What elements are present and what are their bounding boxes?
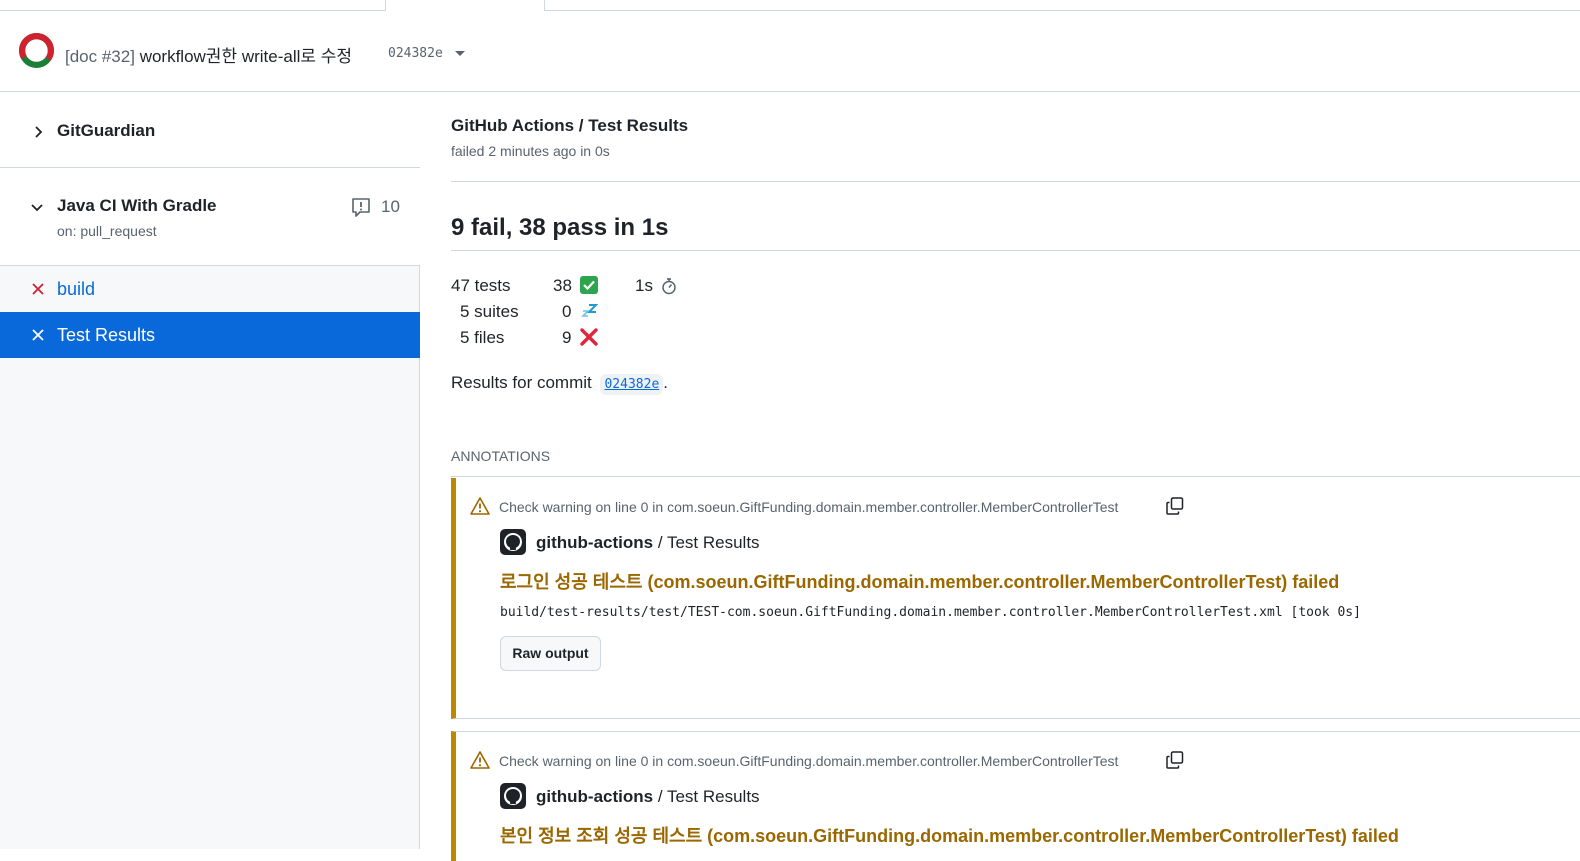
divider (451, 181, 1580, 182)
stat-skipped: 0 (562, 302, 572, 321)
stat-suites: 5 suites (460, 302, 519, 321)
github-logo-icon (500, 529, 526, 555)
check-group-title: Java CI With Gradle (57, 196, 217, 215)
annotation-card: Check warning on line 0 in com.soeun.Gif… (451, 731, 1580, 861)
job-label: build (57, 279, 96, 299)
commit-suffix: . (663, 373, 669, 392)
annotation-path: build/test-results/test/TEST-com.soeun.G… (500, 605, 1361, 620)
x-fail-icon (32, 283, 44, 295)
check-group-title: GitGuardian (57, 121, 156, 140)
chevron-down-icon[interactable] (455, 51, 465, 56)
sidebar-job-test-results[interactable]: Test Results (0, 312, 420, 358)
annotation-check-name: / Test Results (653, 533, 760, 552)
github-logo-icon (500, 783, 526, 809)
stopwatch-icon (662, 278, 676, 295)
check-mark-icon (580, 276, 598, 294)
stat-failed: 9 (562, 328, 572, 347)
annotation-title: 본인 정보 조회 성공 테스트 (com.soeun.GiftFunding.d… (500, 826, 1399, 846)
commit-sha[interactable]: 024382e (388, 46, 443, 61)
commit-link[interactable]: 024382e (600, 374, 664, 395)
browser-tab-strip (0, 0, 1580, 11)
raw-output-button[interactable]: Raw output (500, 636, 601, 671)
annotation-author[interactable]: github-actions (536, 787, 653, 806)
run-title-prefix: [doc #32] (65, 47, 135, 66)
annotation-title: 로그인 성공 테스트 (com.soeun.GiftFunding.domain… (500, 572, 1340, 592)
copy-icon[interactable] (1165, 496, 1185, 516)
check-status-line: failed 2 minutes ago in 0s (451, 143, 610, 159)
check-details: GitHub Actions / Test Results failed 2 m… (451, 92, 1580, 861)
stat-duration: 1s (635, 276, 653, 295)
sidebar-job-build[interactable]: build (0, 266, 420, 312)
x-fail-icon (32, 329, 44, 341)
run-title-text: workflow권한 write-all로 수정 (139, 47, 353, 66)
checks-sidebar: GitGuardian Java CI With Gradle on: pull… (0, 92, 420, 849)
warning-icon (470, 751, 490, 769)
annotation-source: github-actions / Test Results (536, 787, 760, 807)
run-title[interactable]: [doc #32] workflow권한 write-all로 수정 (65, 42, 352, 67)
check-group-gitguardian[interactable]: GitGuardian (0, 92, 420, 168)
job-label: Test Results (57, 325, 156, 345)
stat-passed: 38 (553, 276, 572, 295)
divider (451, 250, 1580, 251)
test-summary-heading: 9 fail, 38 pass in 1s (451, 214, 669, 241)
check-group-trigger: on: pull_request (57, 223, 157, 239)
run-header: [doc #32] workflow권한 write-all로 수정 02438… (0, 11, 1580, 92)
annotations-heading: ANNOTATIONS (451, 448, 551, 464)
warning-icon (470, 497, 490, 515)
active-tab[interactable] (385, 0, 545, 11)
chevron-right-icon[interactable] (32, 125, 46, 139)
check-breadcrumb: GitHub Actions / Test Results (451, 116, 689, 135)
status-ring-icon (19, 33, 54, 68)
annotation-author[interactable]: github-actions (536, 533, 653, 552)
commit-prefix: Results for commit (451, 373, 592, 392)
zzz-sleep-icon (581, 304, 598, 317)
annotation-warning-text: Check warning on line 0 in com.soeun.Gif… (499, 753, 1119, 769)
annotation-check-name: / Test Results (653, 787, 760, 806)
annotation-source: github-actions / Test Results (536, 533, 760, 553)
annotation-warning-text: Check warning on line 0 in com.soeun.Gif… (499, 499, 1119, 515)
check-group-java-ci[interactable]: Java CI With Gradle on: pull_request 10 (0, 168, 420, 266)
results-for-commit: Results for commit 024382e. (451, 373, 668, 395)
annotation-count: 10 (381, 197, 400, 216)
copy-icon[interactable] (1165, 750, 1185, 770)
annotation-card: Check warning on line 0 in com.soeun.Gif… (451, 478, 1580, 719)
stat-tests: 47 tests (451, 276, 511, 295)
divider (451, 476, 1580, 477)
comment-alert-icon[interactable] (350, 196, 372, 218)
stat-files: 5 files (460, 328, 505, 347)
x-mark-icon (580, 328, 598, 346)
chevron-down-icon[interactable] (30, 201, 44, 215)
